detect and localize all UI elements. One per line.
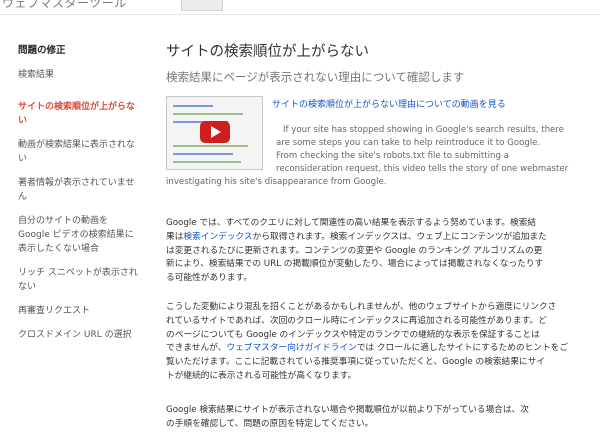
sidebar: 問題の修正 検索結果 サイトの検索順位が上がらない 動画が検索結果に表示されない… xyxy=(18,42,138,342)
paragraph-line: トが継続的に表示される可能性が高くなります。 xyxy=(166,370,357,381)
video-description-line: If your site has stopped showing in Goog… xyxy=(283,125,564,135)
paragraph-line: こうした変動により混乱を招くことがあるかもしれませんが、他のウェブサイトから適度… xyxy=(166,302,557,312)
sidebar-item-reconsideration[interactable]: 再審査リクエスト xyxy=(18,304,138,318)
video-thumbnail[interactable] xyxy=(166,96,263,170)
play-icon[interactable] xyxy=(200,121,230,143)
sidebar-item-rich-snippets[interactable]: リッチ スニペットが表示されない xyxy=(18,266,138,294)
sidebar-item-author-info[interactable]: 著者情報が表示されていません xyxy=(18,176,138,204)
page-subtitle: 検索結果にページが表示されない理由について確認します xyxy=(166,70,465,84)
sidebar-heading: 問題の修正 xyxy=(18,45,66,56)
sidebar-item-video-exclusion[interactable]: 自分のサイトの動画を Google ビデオの検索結果に表示したくない場合 xyxy=(18,214,138,256)
paragraph-text: できませんが、 xyxy=(166,343,227,354)
steps-paragraph: Google 検索結果にサイトが表示されない場合や掲載順位が以前より下がっている… xyxy=(166,404,594,432)
video-link[interactable]: サイトの検索順位が上がらない理由についての動画を見る xyxy=(272,97,506,110)
webmaster-guidelines-link[interactable]: ウェブマスター向けガイドライン xyxy=(226,343,356,353)
sidebar-item-search-results[interactable]: 検索結果 xyxy=(18,68,138,82)
search-index-link[interactable]: 検索インデックス xyxy=(183,232,252,242)
paragraph-text: から取得されます。検索インデックスは、ウェブ上にコンテンツが追加また xyxy=(252,231,547,242)
paragraph-line: れているサイトであれば、次回のクロール時にインデックスに再追加される可能性があり… xyxy=(166,315,547,326)
paragraph-line: る可能性があります。 xyxy=(166,273,253,284)
paragraph-line: は変更されるたびに更新されます。コンテンツの変更や Google のランキング … xyxy=(166,245,543,256)
paragraph-line: の手順を確認して、問題の原因を特定してください。 xyxy=(166,418,374,429)
paragraph-line: 果は検索インデックスから取得されます。検索インデックスは、ウェブ上にコンテンツが… xyxy=(166,231,594,245)
paragraph-text: では クロールに適したサイトにするためのヒントをご xyxy=(356,343,569,354)
paragraph-text: 果は xyxy=(166,231,184,242)
product-title[interactable]: ウェブマスターツール xyxy=(2,0,127,11)
paragraph-line: できませんが、ウェブマスター向けガイドラインでは クロールに適したサイトにするた… xyxy=(166,342,594,356)
sidebar-item-video-not-shown[interactable]: 動画が検索結果に表示されない xyxy=(18,138,138,166)
paragraph-line: 新により、検索結果での URL の掲載順位が変動したり、場合によっては掲載されな… xyxy=(166,259,544,270)
page-title: サイトの検索順位が上がらない xyxy=(166,44,369,60)
paragraph-line: Google では、すべてのクエリに対して関連性の高い結果を表示するよう努めてい… xyxy=(166,218,537,228)
paragraph-line: Google 検索結果にサイトが表示されない場合や掲載順位が以前より下がっている… xyxy=(166,405,529,415)
top-bar: ウェブマスターツール xyxy=(0,0,600,15)
video-description-line: investigating his site's disappearance f… xyxy=(166,177,387,187)
video-description-line: are some steps you can take to help rein… xyxy=(276,138,541,148)
intro-paragraph: Google では、すべてのクエリに対して関連性の高い結果を表示するよう努めてい… xyxy=(166,217,594,286)
top-tab[interactable] xyxy=(181,0,223,11)
guidelines-paragraph: こうした変動により混乱を招くことがあるかもしれませんが、他のウェブサイトから適度… xyxy=(166,301,594,384)
sidebar-item-ranking[interactable]: サイトの検索順位が上がらない xyxy=(18,100,138,128)
sidebar-item-cross-domain-url[interactable]: クロスドメイン URL の選択 xyxy=(18,328,138,342)
paragraph-line: のページについても Google のインデックスや特定のランクでの継続的な表示を… xyxy=(166,329,540,340)
video-description-line: From checking the site's robots.txt file… xyxy=(276,151,509,161)
video-description-line: reconsideration request, this video tell… xyxy=(276,164,569,174)
paragraph-line: 覧いただけます。ここに記載されている推奨事項に従っていただくと、Google の… xyxy=(166,357,545,368)
